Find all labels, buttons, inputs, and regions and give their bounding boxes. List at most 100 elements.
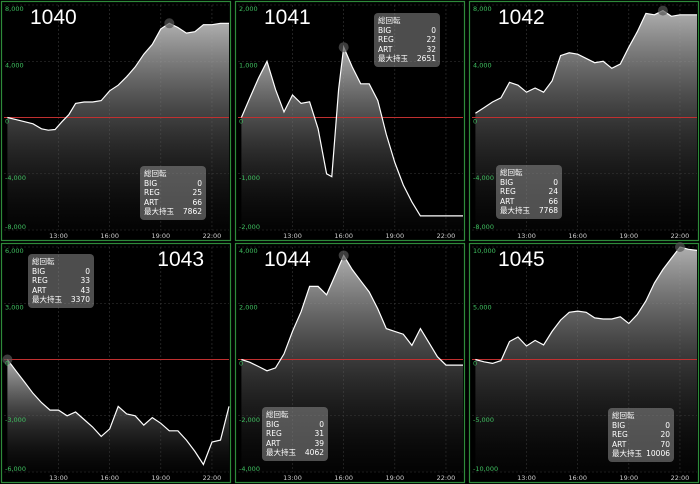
machine-number: 1044 xyxy=(264,248,311,271)
stats-value: 33 xyxy=(80,276,90,286)
stats-row-big: BIG 0 xyxy=(612,421,670,431)
machine-number: 1042 xyxy=(498,6,545,29)
stats-title: 総回転 xyxy=(144,169,167,178)
stats-row-max: 最大持玉 7862 xyxy=(144,207,202,217)
x-tick-label: 13:00 xyxy=(517,232,536,240)
stats-row-art: ART 43 xyxy=(32,286,90,296)
stats-box: 総回転 BIG 0 REG 22 ART 32 最大持玉 2651 xyxy=(374,13,440,67)
stats-row-max: 最大持玉 4062 xyxy=(266,448,324,458)
machine-number: 1043 xyxy=(157,248,204,271)
stats-label: BIG xyxy=(266,419,280,429)
stats-row-art: ART 32 xyxy=(378,45,436,55)
chart-panel-1042[interactable]: -8,000 -4,000 0 4,000 8,000 13:00 16:00 19:00 22… xyxy=(468,0,700,242)
stats-row-big: BIG 0 xyxy=(144,179,202,189)
peak-marker xyxy=(164,18,175,29)
stats-value: 4062 xyxy=(304,448,324,458)
y-tick-label: -8,000 xyxy=(473,223,494,231)
chart-panel-1045[interactable]: -10,000 -5,000 0 5,000 10,000 13:00 16:00 19:00… xyxy=(468,242,700,484)
x-tick-label: 22:00 xyxy=(203,474,222,482)
stats-box: 総回転 BIG 0 REG 20 ART 70 最大持玉 10006 xyxy=(608,408,674,462)
y-tick-label: 10,000 xyxy=(473,247,496,255)
stats-label: 最大持玉 xyxy=(500,206,530,216)
stats-label: BIG xyxy=(612,420,626,430)
y-tick-label: 0 xyxy=(5,360,9,368)
stats-value: 7862 xyxy=(182,207,202,217)
x-tick-label: 22:00 xyxy=(437,474,456,482)
peak-marker xyxy=(674,242,685,252)
stats-label: 最大持玉 xyxy=(144,207,174,217)
y-tick-label: -8,000 xyxy=(5,223,26,231)
stats-label: REG xyxy=(500,187,516,197)
stats-value: 0 xyxy=(553,177,558,187)
stats-box: 総回転 BIG 0 REG 31 ART 39 最大持玉 4062 xyxy=(262,407,328,461)
x-tick-label: 13:00 xyxy=(283,232,302,240)
x-tick-label: 16:00 xyxy=(568,474,587,482)
stats-value: 20 xyxy=(660,430,670,440)
stats-label: REG xyxy=(32,276,48,286)
y-tick-label: 6,000 xyxy=(5,247,24,255)
stats-box: 総回転 BIG 0 REG 25 ART 66 最大持玉 7862 xyxy=(140,166,206,220)
stats-title: 総回転 xyxy=(32,257,55,266)
y-tick-label: 4,000 xyxy=(5,61,24,69)
stats-row-art: ART 66 xyxy=(144,198,202,208)
stats-row-big: BIG 0 xyxy=(378,26,436,36)
y-tick-label: 0 xyxy=(239,360,243,368)
y-tick-label: -10,000 xyxy=(473,465,498,473)
stats-value: 10006 xyxy=(646,449,670,459)
x-tick-label: 22:00 xyxy=(671,232,690,240)
stats-value: 22 xyxy=(426,35,436,45)
y-tick-label: -1,000 xyxy=(239,174,260,182)
stats-title: 総回転 xyxy=(266,410,289,419)
stats-box: 総回転 BIG 0 REG 33 ART 43 最大持玉 3370 xyxy=(28,254,94,308)
stats-title: 総回転 xyxy=(612,411,635,420)
stats-row-art: ART 70 xyxy=(612,440,670,450)
x-tick-label: 22:00 xyxy=(437,232,456,240)
stats-value: 25 xyxy=(192,188,202,198)
y-tick-label: 4,000 xyxy=(239,247,258,255)
stats-label: BIG xyxy=(144,178,158,188)
stats-row-reg: REG 25 xyxy=(144,188,202,198)
stats-row-max: 最大持玉 3370 xyxy=(32,295,90,305)
stats-value: 0 xyxy=(319,419,324,429)
y-tick-label: 5,000 xyxy=(473,303,492,311)
y-tick-label: -4,000 xyxy=(239,465,260,473)
stats-value: 24 xyxy=(548,187,558,197)
stats-label: REG xyxy=(266,429,282,439)
chart-panel-1044[interactable]: -4,000 -2,000 0 2,000 4,000 13:00 16:00 19:00 22… xyxy=(234,242,466,484)
machine-number: 1045 xyxy=(498,248,545,271)
chart-panel-1043[interactable]: -6,000 -3,000 0 3,000 6,000 13:00 16:00 19:00 22… xyxy=(0,242,232,484)
stats-value: 70 xyxy=(660,439,670,449)
x-tick-label: 13:00 xyxy=(517,474,536,482)
stats-label: BIG xyxy=(32,266,46,276)
stats-value: 2651 xyxy=(416,54,436,64)
y-tick-label: -5,000 xyxy=(473,416,494,424)
stats-value: 43 xyxy=(80,285,90,295)
stats-label: REG xyxy=(612,430,628,440)
stats-value: 32 xyxy=(426,44,436,54)
stats-label: 最大持玉 xyxy=(378,54,408,64)
x-tick-label: 13:00 xyxy=(49,232,68,240)
stats-label: 最大持玉 xyxy=(32,295,62,305)
x-tick-label: 22:00 xyxy=(203,232,222,240)
y-tick-label: -2,000 xyxy=(239,223,260,231)
stats-value: 0 xyxy=(197,178,202,188)
stats-label: REG xyxy=(378,35,394,45)
chart-panel-1041[interactable]: -2,000 -1,000 0 1,000 2,000 13:00 16:00 19:00 22… xyxy=(234,0,466,242)
stats-label: 最大持玉 xyxy=(612,449,642,459)
stats-box: 総回転 BIG 0 REG 24 ART 66 最大持玉 7768 xyxy=(496,165,562,219)
stats-row-art: ART 39 xyxy=(266,439,324,449)
y-tick-label: 2,000 xyxy=(239,5,258,13)
stats-label: ART xyxy=(32,285,47,295)
y-tick-label: 4,000 xyxy=(473,61,492,69)
area-fill xyxy=(7,359,230,472)
x-tick-label: 16:00 xyxy=(100,474,119,482)
stats-row-reg: REG 33 xyxy=(32,276,90,286)
y-tick-label: -2,000 xyxy=(239,416,260,424)
y-tick-label: 3,000 xyxy=(5,303,24,311)
y-tick-label: -6,000 xyxy=(5,465,26,473)
machine-chart-grid: -8,000 -4,000 0 4,000 8,000 13:00 16:00 19:00 22… xyxy=(0,0,700,484)
stats-label: ART xyxy=(378,44,393,54)
chart-panel-1040[interactable]: -8,000 -4,000 0 4,000 8,000 13:00 16:00 19:00 22… xyxy=(0,0,232,242)
y-tick-label: 0 xyxy=(239,118,243,126)
y-tick-label: 2,000 xyxy=(239,303,258,311)
